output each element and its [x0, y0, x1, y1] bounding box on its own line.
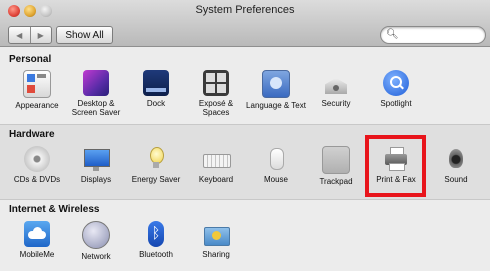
- section-title: Personal: [9, 54, 52, 65]
- history-nav: ◀ ▶: [8, 26, 52, 44]
- pane-trackpad[interactable]: Trackpad: [306, 146, 366, 186]
- pane-network[interactable]: Network: [66, 221, 126, 261]
- pane-label: Sound: [444, 175, 468, 184]
- pane-label: Sharing: [202, 250, 230, 259]
- section-personal: Personal Appearance Desktop & Screen Sav…: [0, 47, 490, 124]
- pane-desktop-screen-saver[interactable]: Desktop & Screen Saver: [66, 70, 126, 117]
- pane-sharing[interactable]: Sharing: [186, 221, 246, 259]
- appearance-icon: [23, 70, 51, 98]
- pane-expose-spaces[interactable]: Exposé & Spaces: [186, 70, 246, 117]
- pane-dock[interactable]: Dock: [126, 70, 186, 108]
- search-icon: 🔍︎: [386, 29, 399, 40]
- window-title: System Preferences: [195, 4, 295, 16]
- pane-sound[interactable]: Sound: [426, 146, 486, 184]
- pane-label: Energy Saver: [131, 175, 181, 184]
- pane-label: Keyboard: [198, 175, 234, 184]
- search-field[interactable]: 🔍︎: [380, 26, 486, 44]
- pane-label: CDs & DVDs: [13, 175, 61, 184]
- trackpad-icon: [322, 146, 350, 174]
- sharing-icon: [203, 221, 230, 247]
- security-icon: [323, 70, 349, 96]
- highlight-box: [365, 135, 426, 197]
- mouse-icon: [263, 146, 289, 172]
- expose-icon: [203, 70, 229, 96]
- cloud-icon: [24, 221, 50, 247]
- pane-label: Mouse: [263, 175, 288, 184]
- pane-language-text[interactable]: Language & Text: [246, 70, 306, 110]
- pane-spotlight[interactable]: Spotlight: [366, 70, 426, 108]
- pane-cds-dvds[interactable]: CDs & DVDs: [7, 146, 67, 184]
- desktop-icon: [83, 70, 109, 96]
- system-preferences-window: System Preferences ◀ ▶ Show All 🔍︎ Perso…: [0, 0, 490, 271]
- language-icon: [262, 70, 290, 98]
- section-title: Internet & Wireless: [9, 204, 100, 215]
- dock-icon: [143, 70, 169, 96]
- energy-icon: [143, 146, 169, 172]
- pane-displays[interactable]: Displays: [66, 146, 126, 184]
- keyboard-icon: [203, 146, 231, 172]
- section-internet-wireless: Internet & Wireless MobileMe Network ᛒ B…: [0, 199, 490, 271]
- pane-label: Displays: [80, 175, 112, 184]
- pane-label: Trackpad: [319, 177, 353, 186]
- pane-label: Spotlight: [380, 99, 412, 108]
- spotlight-icon: [383, 70, 409, 96]
- pane-label: MobileMe: [19, 250, 55, 259]
- pane-mobileme[interactable]: MobileMe: [7, 221, 67, 259]
- bluetooth-icon: ᛒ: [148, 221, 164, 247]
- pane-label: Bluetooth: [139, 250, 173, 259]
- section-title: Hardware: [9, 129, 55, 140]
- cd-icon: [24, 146, 50, 172]
- forward-button[interactable]: ▶: [29, 27, 52, 43]
- pane-security[interactable]: Security: [306, 70, 366, 108]
- pane-label: Appearance: [15, 101, 59, 110]
- pane-label: Exposé & Spaces: [198, 99, 234, 117]
- pane-label: Language & Text: [246, 101, 306, 110]
- pane-bluetooth[interactable]: ᛒ Bluetooth: [126, 221, 186, 259]
- pane-label: Network: [81, 252, 111, 261]
- title-bar: System Preferences ◀ ▶ Show All 🔍︎: [0, 0, 490, 47]
- pane-appearance[interactable]: Appearance: [7, 70, 67, 110]
- pane-label: Desktop & Screen Saver: [71, 99, 121, 117]
- pane-mouse[interactable]: Mouse: [246, 146, 306, 184]
- pane-keyboard[interactable]: Keyboard: [186, 146, 246, 184]
- display-icon: [83, 146, 110, 172]
- pane-label: Dock: [146, 99, 166, 108]
- search-input[interactable]: [399, 28, 477, 40]
- network-icon: [82, 221, 110, 249]
- show-all-button[interactable]: Show All: [56, 26, 113, 44]
- pane-energy-saver[interactable]: Energy Saver: [126, 146, 186, 184]
- speaker-icon: [443, 146, 469, 172]
- back-button[interactable]: ◀: [9, 27, 30, 43]
- pane-label: Security: [321, 99, 351, 108]
